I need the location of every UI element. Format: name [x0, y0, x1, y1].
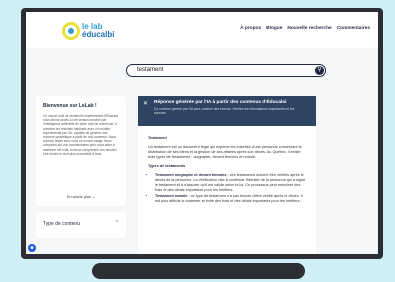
welcome-card: Bienvenue sur LeLab ! Ce nouvel outil de…: [36, 96, 126, 206]
nav-about[interactable]: À propos: [240, 26, 261, 31]
monitor-stand: [92, 263, 305, 279]
logo-icon: [62, 22, 80, 40]
search-icon: ⚲: [317, 67, 322, 73]
main-nav: À propos Blogue Nouvelle recherche Comme…: [240, 26, 370, 31]
nav-comments[interactable]: Commentaires: [337, 26, 370, 31]
answer-intro: Un testament est un document légal qui e…: [148, 145, 302, 159]
accessibility-icon: ☻: [29, 245, 35, 251]
screen: le lab éducalbi À propos Blogue Nouvelle…: [26, 12, 378, 254]
answer-heading: Testament: [148, 136, 167, 140]
ai-answer-header: ✕ Réponse générée par l'IA à partir des …: [138, 96, 316, 126]
welcome-text: Ce nouvel outil de recherche expérimenta…: [43, 114, 119, 156]
chevron-down-icon: ⌄: [91, 195, 96, 199]
search-button[interactable]: ⚲: [315, 66, 324, 75]
content-type-filter[interactable]: Type de contenu ⌃: [36, 212, 126, 238]
accessibility-button[interactable]: ☻: [28, 244, 36, 252]
logo[interactable]: le lab éducalbi: [62, 21, 114, 41]
nav-blog[interactable]: Blogue: [266, 26, 282, 31]
answer-types-heading: Types de testaments: [148, 164, 186, 168]
ai-answer-body: Testament Un testament est un document l…: [148, 136, 308, 205]
filter-title: Type de contenu: [43, 221, 80, 227]
list-item: Testament notarié : ce type de testament…: [155, 194, 308, 204]
welcome-title: Bienvenue sur LeLab !: [43, 103, 97, 109]
ai-answer-title: Réponse générée par l'IA à partir des co…: [154, 100, 287, 105]
ai-answer-disclaimer: Ce contenu généré par l'IA peut contenir…: [154, 107, 295, 115]
read-more-button[interactable]: En savoir plus ⌄: [36, 194, 126, 199]
answer-list: Testament olographe et devant témoins : …: [148, 173, 308, 204]
search-bar[interactable]: testament ⚲: [126, 64, 326, 77]
logo-text-line2: éducalbi: [82, 30, 115, 39]
nav-new-search[interactable]: Nouvelle recherche: [287, 26, 331, 31]
close-icon[interactable]: ✕: [143, 100, 148, 107]
ai-answer-panel: ✕ Réponse générée par l'IA à partir des …: [138, 96, 316, 254]
text-fade: [36, 156, 126, 192]
read-more-label: En savoir plus: [66, 195, 91, 199]
site-header: le lab éducalbi À propos Blogue Nouvelle…: [26, 12, 378, 48]
list-item: Testament olographe et devant témoins : …: [155, 173, 308, 193]
search-input[interactable]: testament: [137, 67, 163, 73]
chevron-up-icon[interactable]: ⌃: [115, 220, 119, 226]
